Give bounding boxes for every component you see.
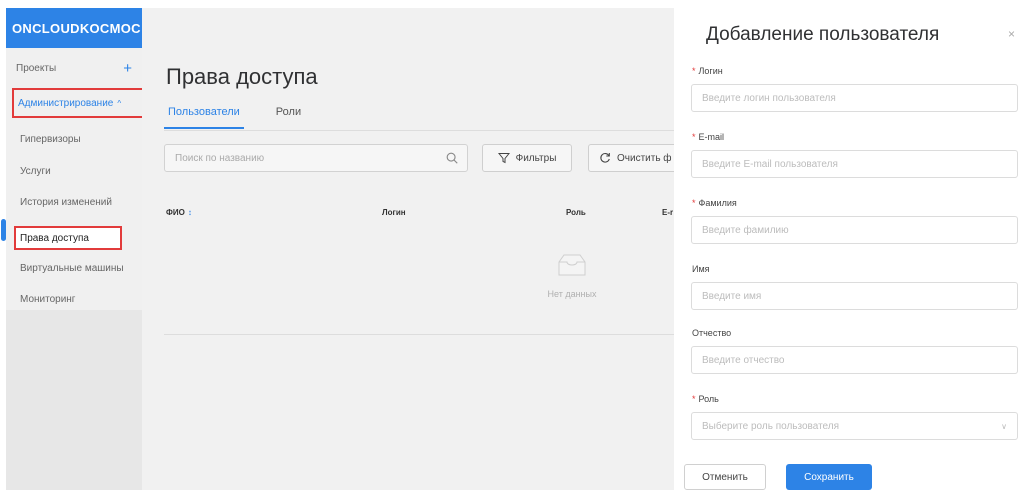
add-project-icon[interactable]: + [123,60,132,77]
email-label: * E-mail [692,132,724,142]
required-mark: * [692,198,696,208]
first-name-placeholder: Введите имя [702,290,762,302]
clear-filters-label: Очистить ф [617,152,672,164]
tabs-divider [164,130,674,131]
add-user-drawer: Добавление пользователя × * Логин Введите… [674,0,1022,490]
field-label-text: Роль [698,394,719,404]
tab-roles[interactable]: Роли [272,106,305,129]
column-header-email: E-r [662,208,674,217]
sidebar-item-monitoring[interactable]: Мониторинг [6,294,142,305]
column-header-login: Логин [382,208,406,217]
role-placeholder: Выберите роль пользователя [702,420,840,432]
field-label-text: Логин [698,66,723,76]
sidebar-footer-area [6,310,142,490]
sidebar-item-projects[interactable]: Проекты + [6,60,142,77]
column-header-label: ФИО [166,208,185,217]
chevron-up-icon: ^ [117,98,122,108]
filters-button-label: Фильтры [515,152,557,164]
chevron-down-icon: ∨ [1001,422,1007,431]
empty-box-icon [558,254,586,276]
patronymic-placeholder: Введите отчество [702,354,785,366]
surname-label: * Фамилия [692,198,737,208]
sidebar-item-virtual-machines[interactable]: Виртуальные машины [6,263,142,274]
required-mark: * [692,132,696,142]
page-title: Права доступа [166,64,318,89]
logo: ONCLOUDKOCMOC [6,8,142,48]
cancel-button[interactable]: Отменить [684,464,766,490]
email-placeholder: Введите E-mail пользователя [702,158,838,170]
main-content: Права доступа Пользователи Роли Поиск по… [142,8,688,490]
filters-button[interactable]: Фильтры [482,144,572,172]
search-icon[interactable] [445,151,459,165]
refresh-icon [600,153,610,163]
filter-icon [497,153,510,164]
sidebar-item-label: История изменений [20,197,112,208]
surname-placeholder: Введите фамилию [702,224,789,236]
field-label-text: E-mail [698,132,725,142]
sidebar-item-label: Мониторинг [20,294,76,305]
sidebar-item-label: Виртуальные машины [20,263,124,274]
tab-users[interactable]: Пользователи [164,106,244,129]
empty-state: Нет данных [532,252,612,299]
column-header-name[interactable]: ФИО ↕ [166,208,192,217]
login-placeholder: Введите логин пользователя [702,92,836,104]
surname-field[interactable]: Введите фамилию [691,216,1018,244]
column-header-role: Роль [566,208,586,217]
first-name-field[interactable]: Введите имя [691,282,1018,310]
sidebar-item-services[interactable]: Услуги [6,166,142,177]
field-label-text: Фамилия [698,198,737,208]
sidebar-item-label: Права доступа [20,232,89,244]
save-button[interactable]: Сохранить [786,464,872,490]
login-field[interactable]: Введите логин пользователя [691,84,1018,112]
close-icon[interactable]: × [1008,27,1015,41]
sidebar-item-label: Проекты [16,63,57,74]
sidebar-item-label: Администрирование [18,97,114,109]
table-divider [164,334,674,335]
sidebar-item-change-history[interactable]: История изменений [6,197,142,208]
login-label: * Логин [692,66,723,76]
role-select[interactable]: Выберите роль пользователя ∨ [691,412,1018,440]
patronymic-label: Отчество [692,328,732,338]
clear-filters-button[interactable]: Очистить ф [588,144,688,172]
sidebar-item-label: Услуги [20,166,51,177]
role-label: * Роль [692,394,719,404]
sort-icon[interactable]: ↕ [188,208,192,217]
empty-state-text: Нет данных [547,289,597,299]
patronymic-field[interactable]: Введите отчество [691,346,1018,374]
sidebar-item-administration[interactable]: Администрирование ^ [12,88,144,118]
drawer-title: Добавление пользователя [706,24,940,45]
search-input[interactable]: Поиск по названию [164,144,468,172]
sidebar-item-label: Гипервизоры [20,134,81,145]
tabs: Пользователи Роли [164,106,305,129]
email-field[interactable]: Введите E-mail пользователя [691,150,1018,178]
first-name-label: Имя [692,264,710,274]
required-mark: * [692,394,696,404]
active-indicator [1,219,6,241]
required-mark: * [692,66,696,76]
sidebar-item-hypervisors[interactable]: Гипервизоры [6,134,142,145]
search-placeholder: Поиск по названию [175,152,265,164]
sidebar-item-access-rights[interactable]: Права доступа [14,226,122,250]
